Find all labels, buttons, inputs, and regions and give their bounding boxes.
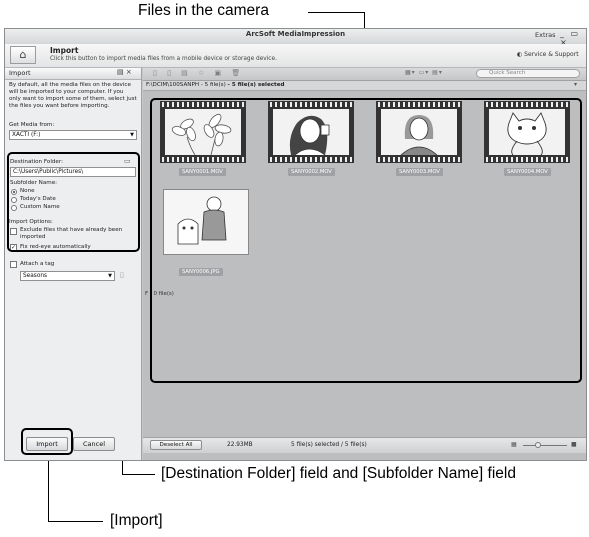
selection-count: 5 file(s) selected / 5 file(s)	[291, 442, 367, 448]
leader-import-h	[48, 521, 103, 522]
selected-count: - 5 file(s) selected	[227, 82, 285, 88]
import-intro-text: By default, all the media files on the d…	[9, 82, 137, 109]
attach-tag-label: Attach a tag	[20, 261, 55, 267]
title-bar: ArcSoft MediaImpression Extras _ ▭ ×	[5, 29, 586, 47]
header-description: Click this button to import media files …	[50, 56, 277, 62]
grid-view-icon[interactable]: ▦	[511, 441, 517, 448]
window-title: ArcSoft MediaImpression	[245, 30, 346, 38]
import-panel-header: Import ▤ ×	[5, 68, 141, 80]
import-panel-title: Import	[9, 69, 31, 77]
leader-files-h	[308, 12, 365, 13]
extras-menu[interactable]: Extras	[535, 31, 556, 39]
header-title: Import	[50, 46, 79, 55]
zoom-slider-track[interactable]	[523, 445, 567, 446]
total-size: 22.93MB	[227, 442, 253, 448]
import-highlight-box	[21, 428, 73, 455]
get-media-label: Get Media from:	[9, 122, 55, 128]
deselect-label: Deselect All	[159, 442, 193, 448]
folder-path: F:\DCIM\100SANPH - 5 file(s)	[146, 82, 226, 88]
service-support-link[interactable]: ◐ Service & Support	[517, 51, 579, 58]
panel-close-icon[interactable]: ▤ ×	[117, 68, 132, 76]
service-label: Service & Support	[524, 51, 579, 58]
leader-destination-h	[122, 474, 155, 475]
status-bar: Deselect All 22.93MB 5 file(s) selected …	[143, 437, 586, 453]
tag-edit-icon[interactable]: ▯	[120, 271, 124, 279]
home-button[interactable]: ⌂	[10, 46, 36, 64]
cancel-button[interactable]: Cancel	[73, 437, 115, 451]
browser-toolbar: ▯ ▯ ▤ ☆ ▣ 🗑 ▦▾ ▭▾ ▤▾ Quick Search	[143, 68, 586, 81]
tag-value: Seasons	[23, 273, 48, 279]
leader-import-v	[48, 455, 49, 521]
search-input[interactable]: Quick Search	[476, 69, 580, 78]
destination-highlight-box	[7, 152, 140, 252]
home-icon: ⌂	[19, 48, 27, 61]
view-mode-icons[interactable]: ▦▾ ▭▾ ▤▾	[405, 69, 443, 76]
callout-files-in-camera: Files in the camera	[138, 2, 269, 19]
callout-import: [Import]	[110, 512, 163, 529]
tag-select[interactable]: Seasons ▼	[20, 271, 115, 281]
import-panel: Import ▤ × By default, all the media fil…	[5, 68, 142, 460]
zoom-slider-thumb[interactable]	[535, 442, 541, 448]
path-text: F:\DCIM\100SANPH - 5 file(s) - 5 file(s)…	[146, 82, 285, 88]
files-highlight-box	[150, 98, 582, 383]
toolbar-icons[interactable]: ▯ ▯ ▤ ☆ ▣ 🗑	[153, 69, 244, 77]
collapse-icon[interactable]: ▾	[574, 81, 577, 88]
attach-tag-checkbox[interactable]	[10, 261, 17, 268]
header-bar: ⌂ Import Click this button to import med…	[5, 44, 586, 68]
callout-destination-field: [Destination Folder] field and [Subfolde…	[161, 465, 516, 482]
deselect-all-button[interactable]: Deselect All	[150, 440, 202, 450]
large-view-icon[interactable]: ■	[571, 441, 577, 448]
get-media-value: XACTI (F:)	[12, 132, 41, 138]
chevron-down-icon: ▼	[108, 273, 112, 279]
path-bar: F:\DCIM\100SANPH - 5 file(s) - 5 file(s)…	[143, 81, 586, 91]
get-media-select[interactable]: XACTI (F:) ▼	[9, 130, 137, 140]
chevron-down-icon: ▼	[130, 132, 134, 138]
